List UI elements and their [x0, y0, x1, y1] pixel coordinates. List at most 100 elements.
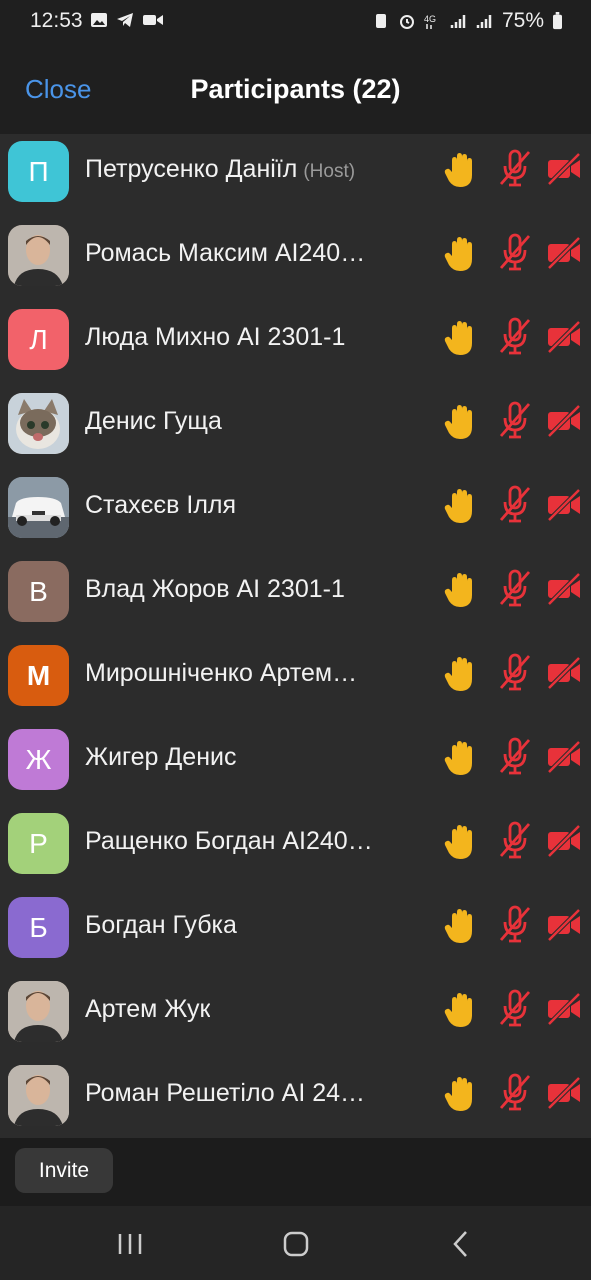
raised-hand-icon[interactable]	[444, 740, 476, 776]
raised-hand-icon[interactable]	[444, 992, 476, 1028]
raised-hand-icon[interactable]	[444, 152, 476, 188]
home-icon[interactable]	[276, 1224, 316, 1264]
avatar	[8, 477, 69, 538]
mic-muted-icon[interactable]	[498, 736, 532, 776]
participant-row[interactable]: П Петрусенко Даніїл (Host)	[0, 134, 591, 218]
camera-off-icon[interactable]	[546, 404, 582, 438]
participant-row[interactable]: Р Ращенко Богдан AI240…	[0, 806, 591, 890]
participant-name-text: Жигер Денис	[85, 743, 237, 771]
raised-hand-icon[interactable]	[444, 824, 476, 860]
svg-text:4G: 4G	[424, 14, 436, 24]
network-4g-icon: 4G	[424, 14, 436, 29]
avatar	[8, 393, 69, 454]
mic-muted-icon[interactable]	[498, 568, 532, 608]
avatar	[8, 1065, 69, 1126]
participant-name-text: Мирошніченко Артем…	[85, 659, 358, 687]
camera-off-icon[interactable]	[546, 740, 582, 774]
camera-off-icon[interactable]	[546, 824, 582, 858]
participant-name: Влад Жоров AI 2301-1	[85, 575, 345, 604]
back-icon[interactable]	[442, 1224, 482, 1264]
participant-name-text: Люда Михно AI 2301-1	[85, 323, 346, 351]
status-bar: 12:53 4G 75%	[0, 0, 591, 44]
participant-name-text: Ромась Максим AI240…	[85, 239, 366, 267]
gallery-icon	[91, 13, 107, 27]
avatar: П	[8, 141, 69, 202]
participant-name-text: Влад Жоров AI 2301-1	[85, 575, 345, 603]
mic-muted-icon[interactable]	[498, 316, 532, 356]
camera-off-icon[interactable]	[546, 656, 582, 690]
mic-muted-icon[interactable]	[498, 484, 532, 524]
participant-row[interactable]: Артем Жук	[0, 974, 591, 1058]
participant-name: Люда Михно AI 2301-1	[85, 323, 345, 352]
camera-off-icon[interactable]	[546, 572, 582, 606]
avatar: В	[8, 561, 69, 622]
camera-off-icon[interactable]	[546, 152, 582, 186]
participant-row[interactable]: В Влад Жоров AI 2301-1	[0, 554, 591, 638]
video-icon	[143, 15, 163, 25]
avatar: Л	[8, 309, 69, 370]
system-nav-bar	[0, 1206, 591, 1280]
participant-name: Мирошніченко Артем…	[85, 659, 357, 688]
mic-muted-icon[interactable]	[498, 652, 532, 692]
host-badge: (Host)	[303, 161, 356, 182]
signal-icon	[450, 15, 466, 28]
avatar: М	[8, 645, 69, 706]
participant-name: Ращенко Богдан AI240…	[85, 827, 373, 856]
participant-row[interactable]: Ж Жигер Денис	[0, 722, 591, 806]
participant-name-text: Стахєєв Ілля	[85, 491, 237, 519]
participant-name: Роман Решетіло AI 24…	[85, 1079, 365, 1108]
participant-name-text: Роман Решетіло AI 24…	[85, 1079, 366, 1107]
alarm-icon	[399, 15, 414, 29]
participant-name: Артем Жук	[85, 995, 210, 1024]
raised-hand-icon[interactable]	[444, 908, 476, 944]
status-time: 12:53	[30, 9, 83, 32]
participant-name: Петрусенко Даніїл (Host)	[85, 155, 355, 184]
participant-list[interactable]: П Петрусенко Даніїл (Host) Ромась Максим AI…	[0, 134, 591, 1138]
raised-hand-icon[interactable]	[444, 488, 476, 524]
battery-icon	[553, 12, 562, 30]
mic-muted-icon[interactable]	[498, 988, 532, 1028]
avatar	[8, 981, 69, 1042]
participant-name: Ромась Максим AI240…	[85, 239, 365, 268]
participant-name-text: Артем Жук	[85, 995, 211, 1023]
raised-hand-icon[interactable]	[444, 1076, 476, 1112]
battery-percent: 75%	[501, 9, 544, 32]
raised-hand-icon[interactable]	[444, 320, 476, 356]
page-title: Participants (22)	[190, 74, 401, 104]
participant-row[interactable]: М Мирошніченко Артем…	[0, 638, 591, 722]
header: Close Participants (22)	[0, 44, 591, 135]
camera-off-icon[interactable]	[546, 992, 582, 1026]
participant-name: Стахєєв Ілля	[85, 491, 236, 520]
participant-name-text: Богдан Губка	[85, 911, 237, 939]
recent-apps-icon[interactable]	[110, 1224, 150, 1264]
camera-off-icon[interactable]	[546, 908, 582, 942]
participant-name: Жигер Денис	[85, 743, 236, 772]
participant-name: Богдан Губка	[85, 911, 237, 940]
mic-muted-icon[interactable]	[498, 1072, 532, 1112]
telegram-icon	[117, 13, 133, 27]
participant-name: Денис Гуща	[85, 407, 222, 436]
mic-muted-icon[interactable]	[498, 904, 532, 944]
raised-hand-icon[interactable]	[444, 404, 476, 440]
avatar: Р	[8, 813, 69, 874]
participant-row[interactable]: Ромась Максим AI240…	[0, 218, 591, 302]
participant-row[interactable]: Роман Решетіло AI 24…	[0, 1058, 591, 1138]
avatar: Ж	[8, 729, 69, 790]
camera-off-icon[interactable]	[546, 320, 582, 354]
participant-name-text: Денис Гуща	[85, 407, 222, 435]
raised-hand-icon[interactable]	[444, 656, 476, 692]
invite-button[interactable]: Invite	[15, 1148, 113, 1193]
mic-muted-icon[interactable]	[498, 232, 532, 272]
participant-row[interactable]: Б Богдан Губка	[0, 890, 591, 974]
raised-hand-icon[interactable]	[444, 236, 476, 272]
camera-off-icon[interactable]	[546, 1076, 582, 1110]
mic-muted-icon[interactable]	[498, 820, 532, 860]
mic-muted-icon[interactable]	[498, 400, 532, 440]
participant-row[interactable]: Денис Гуща	[0, 386, 591, 470]
participant-row[interactable]: Л Люда Михно AI 2301-1	[0, 302, 591, 386]
raised-hand-icon[interactable]	[444, 572, 476, 608]
camera-off-icon[interactable]	[546, 236, 582, 270]
participant-row[interactable]: Стахєєв Ілля	[0, 470, 591, 554]
camera-off-icon[interactable]	[546, 488, 582, 522]
mic-muted-icon[interactable]	[498, 148, 532, 188]
